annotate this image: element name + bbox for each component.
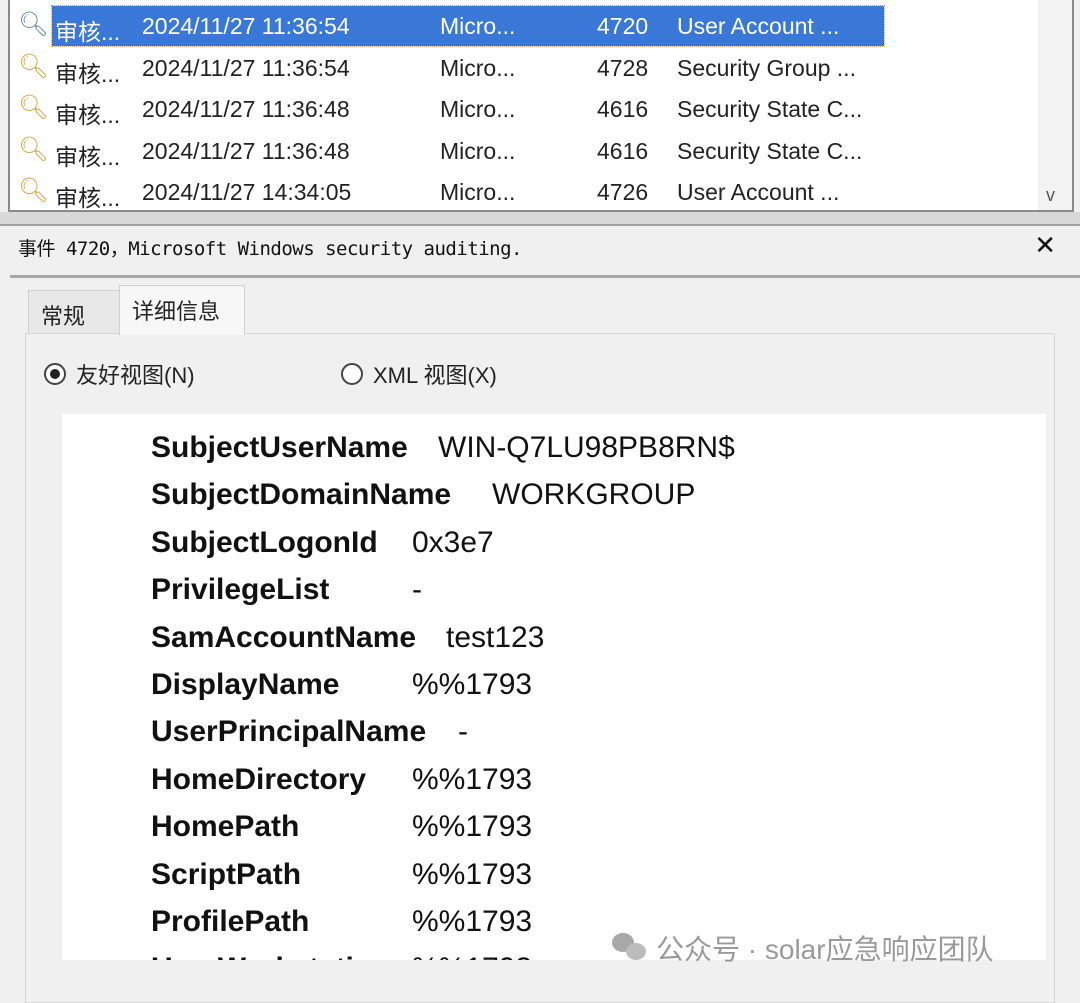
event-details-header: 事件 4720，Microsoft Windows security audit…: [10, 226, 1080, 278]
cell-task: Security State C...: [677, 96, 862, 123]
field-name: SubjectLogonId: [151, 526, 378, 560]
field-name: UserWorkstations: [151, 952, 407, 960]
friendly-view-radio[interactable]: 友好视图(N): [44, 358, 195, 390]
watermark-text: 公众号 · solar应急响应团队: [656, 928, 994, 968]
field-name: SubjectDomainName: [151, 478, 451, 512]
cell-date: 2024/11/27 11:36:54: [142, 55, 350, 82]
scroll-down-icon[interactable]: v: [1046, 185, 1055, 206]
cell-level: 审核...: [55, 179, 120, 213]
event-row[interactable]: 🔍︎审核... 2024/11/27 14:34:05 Micro... 4726 Us…: [10, 172, 1030, 212]
tab-general[interactable]: 常规: [28, 290, 120, 334]
field-value: %%1793: [412, 810, 532, 844]
field-value: %%1793: [412, 952, 532, 960]
field-name: ScriptPath: [151, 858, 301, 892]
radio-label: XML 视图(X): [373, 358, 497, 390]
cell-level: 审核...: [55, 138, 120, 172]
close-icon[interactable]: ✕: [1034, 230, 1056, 261]
audit-key-icon: 🔍︎: [18, 10, 48, 39]
event-title: 事件 4720，Microsoft Windows security audit…: [18, 234, 522, 261]
field-value: test123: [446, 621, 544, 655]
cell-source: Micro...: [440, 179, 515, 206]
field-name: HomeDirectory: [151, 763, 366, 797]
cell-task: Security Group ...: [677, 55, 856, 82]
event-list: v 🔍︎审核...2024/11/27 11:36:54Micro...4720…: [8, 0, 1074, 212]
field-name: HomePath: [151, 810, 299, 844]
audit-key-icon: 🔍︎: [18, 176, 48, 205]
radio-checked-icon: [44, 363, 66, 385]
watermark: 公众号 · solar应急响应团队: [612, 928, 994, 968]
field-name: SamAccountName: [151, 621, 416, 655]
radio-label: 友好视图(N): [76, 358, 195, 390]
field-name: UserPrincipalName: [151, 715, 426, 749]
cell-level: 审核...: [55, 96, 120, 130]
cell-id: 4728: [597, 55, 648, 82]
field-value: %%1793: [412, 905, 532, 939]
field-name: ProfilePath: [151, 905, 309, 939]
audit-key-icon: 🔍︎: [18, 135, 48, 164]
field-name: DisplayName: [151, 668, 339, 702]
friendly-view-content: SubjectUserName WIN-Q7LU98PB8RN$ SubjectDo…: [62, 414, 1046, 960]
field-name: SubjectUserName: [151, 431, 408, 465]
cell-date: 2024/11/27 14:34:05: [142, 179, 351, 206]
field-value: %%1793: [412, 763, 532, 797]
tab-label: 常规: [41, 299, 85, 331]
xml-view-radio[interactable]: XML 视图(X): [341, 358, 497, 390]
event-row[interactable]: 🔍︎审核... 2024/11/27 11:36:48 Micro... 4616 Se…: [10, 131, 1030, 171]
field-value: 0x3e7: [412, 526, 494, 560]
cell-source: Micro...: [440, 96, 515, 123]
cell-id: 4616: [597, 138, 648, 165]
cell-task: User Account ...: [677, 13, 839, 40]
cell-task: Security State C...: [677, 138, 862, 165]
scrollbar[interactable]: v: [1038, 0, 1072, 210]
cell-id: 4726: [597, 179, 648, 206]
event-row[interactable]: 🔍︎审核... 2024/11/27 11:36:54 Micro... 4720 Us…: [10, 6, 1030, 46]
cell-level: 审核...: [55, 55, 120, 89]
cell-source: Micro...: [440, 138, 515, 165]
field-value: -: [458, 715, 468, 749]
cell-id: 4720: [597, 13, 648, 40]
tab-details[interactable]: 详细信息: [119, 285, 245, 335]
splitter[interactable]: [0, 212, 1080, 226]
cell-date: 2024/11/27 11:36:48: [142, 138, 350, 165]
cell-source: Micro...: [440, 55, 515, 82]
event-row[interactable]: 🔍︎审核... 2024/11/27 11:36:48 Micro... 4616 Se…: [10, 89, 1030, 129]
cell-source: Micro...: [440, 13, 515, 40]
radio-unchecked-icon: [341, 363, 363, 385]
cell-level: 审核...: [55, 13, 120, 47]
tab-label: 详细信息: [132, 294, 220, 326]
field-value: WORKGROUP: [492, 478, 695, 512]
audit-key-icon: 🔍︎: [18, 52, 48, 81]
cell-task: User Account ...: [677, 179, 839, 206]
wechat-icon: [612, 933, 648, 963]
field-value: -: [412, 573, 422, 607]
audit-key-icon: 🔍︎: [18, 93, 48, 122]
cell-id: 4616: [597, 96, 648, 123]
field-value: %%1793: [412, 858, 532, 892]
cell-date: 2024/11/27 11:36:48: [142, 96, 350, 123]
field-value: %%1793: [412, 668, 532, 702]
field-name: PrivilegeList: [151, 573, 329, 607]
field-value: WIN-Q7LU98PB8RN$: [438, 431, 735, 465]
cell-date: 2024/11/27 11:36:54: [142, 13, 350, 40]
event-row[interactable]: 🔍︎审核... 2024/11/27 11:36:54 Micro... 4728 Se…: [10, 48, 1030, 88]
